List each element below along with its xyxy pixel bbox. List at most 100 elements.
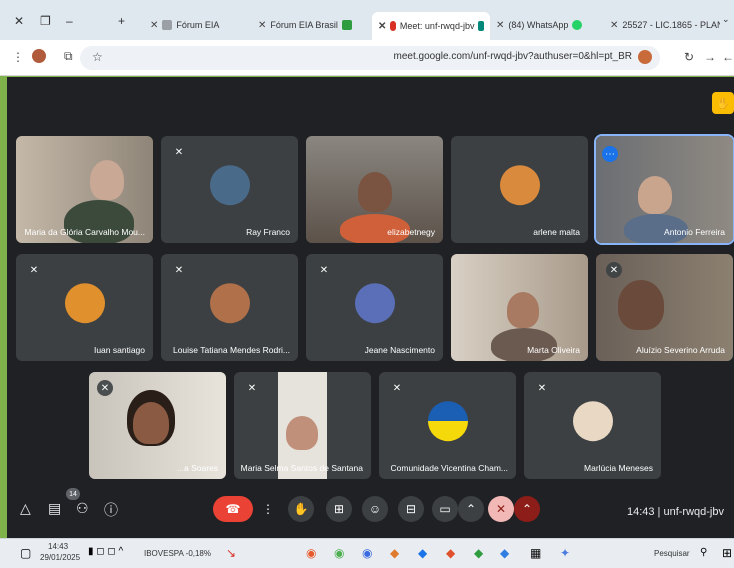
- site-icon: [341, 20, 352, 30]
- globe-icon: [162, 20, 173, 30]
- clock-time: 14:43: [48, 542, 69, 551]
- participant-tile[interactable]: ✕ Aluízio Severino Arruda: [596, 254, 733, 361]
- notification-icon[interactable]: ▢: [20, 546, 31, 560]
- app-icon[interactable]: ◉: [306, 546, 316, 560]
- captions-button[interactable]: ⊟: [398, 496, 424, 522]
- tab-plan[interactable]: ✕ 25527 - LIC.1865 - PLAN: [610, 14, 720, 36]
- close-tab-icon[interactable]: ✕: [150, 20, 158, 31]
- tab-search-icon[interactable]: ⌄: [722, 14, 730, 25]
- participant-name: elizabetnegy: [387, 227, 435, 237]
- search-icon[interactable]: ⚲: [700, 547, 707, 558]
- bookmark-star-icon[interactable]: ☆: [92, 50, 103, 64]
- participant-face: [618, 280, 664, 330]
- mic-muted-icon: ✕: [171, 262, 187, 278]
- more-options-icon[interactable]: ⋮: [258, 496, 278, 522]
- mic-muted-icon: ✕: [244, 380, 260, 396]
- avatar[interactable]: [32, 49, 46, 63]
- menu-icon[interactable]: ⋮: [12, 50, 24, 64]
- avatar: [64, 282, 105, 323]
- mic-options-icon[interactable]: ⌃: [514, 496, 540, 522]
- omnibox[interactable]: ☆ meet.google.com/unf-rwqd-jbv?authuser=…: [80, 46, 660, 70]
- participant-tile[interactable]: ✕ Jeane Nascimento: [306, 254, 443, 361]
- tab-forum-eia-brasil[interactable]: ✕ Fórum EIA Brasil: [258, 14, 363, 36]
- app-icon[interactable]: ◆: [390, 546, 399, 560]
- close-tab-icon[interactable]: ✕: [610, 20, 618, 31]
- participant-tile[interactable]: ✕ Comunidade Vicentina Cham...: [379, 372, 516, 479]
- app-icon[interactable]: ◆: [474, 546, 483, 560]
- reload-icon[interactable]: ↻: [684, 50, 694, 64]
- activities-icon[interactable]: △: [20, 500, 31, 517]
- tab-label: Fórum EIA: [176, 20, 220, 30]
- start-icon[interactable]: ⊞: [722, 546, 732, 560]
- more-options-icon[interactable]: ⋯: [602, 146, 618, 162]
- participant-tile[interactable]: ✕ Iuan santiago: [16, 254, 153, 361]
- extensions-icon[interactable]: ⧉: [64, 49, 73, 64]
- copilot-icon[interactable]: ✦: [560, 546, 570, 560]
- mic-muted-icon: ✕: [316, 262, 332, 278]
- close-tab-icon[interactable]: ✕: [378, 21, 386, 32]
- participant-tile[interactable]: Maria da Glória Carvalho Mou...: [16, 136, 153, 243]
- tab-whatsapp[interactable]: ✕ (84) WhatsApp: [496, 14, 606, 36]
- mic-muted-icon: ✕: [534, 380, 550, 396]
- close-tab-icon[interactable]: ✕: [496, 20, 504, 31]
- mic-toggle-button[interactable]: ✕: [488, 496, 514, 522]
- taskbar-search[interactable]: Pesquisar: [654, 549, 690, 558]
- participant-name: Louise Tatiana Mendes Rodri...: [172, 345, 290, 355]
- avatar: [499, 164, 540, 205]
- browser-tab-bar: ✕ ❐ – + ✕ Fórum EIA ✕ Fórum EIA Brasil ✕…: [0, 0, 734, 40]
- chrome-icon[interactable]: ◉: [334, 546, 344, 560]
- tab-label: Meet: unf-rwqd-jbv: [399, 21, 475, 31]
- app-icon[interactable]: ◆: [418, 546, 427, 560]
- raise-hand-button[interactable]: ✋: [288, 496, 314, 522]
- tab-meet[interactable]: ✕ Meet: unf-rwqd-jbv: [372, 12, 490, 40]
- new-tab-icon[interactable]: +: [118, 14, 125, 28]
- participant-tile[interactable]: arlene malta: [451, 136, 588, 243]
- participant-tile[interactable]: ✕ ...a Soares: [89, 372, 226, 479]
- participant-face: [507, 292, 539, 328]
- meeting-code: 14:43 | unf-rwqd-jbv: [626, 506, 724, 518]
- minimize-window-icon[interactable]: –: [66, 14, 73, 28]
- present-button[interactable]: ⊞: [326, 496, 352, 522]
- camera-options-icon[interactable]: ⌃: [458, 496, 484, 522]
- avatar: [427, 400, 468, 441]
- close-tab-icon[interactable]: ✕: [258, 20, 266, 31]
- task-view-icon[interactable]: ▦: [530, 546, 541, 560]
- participant-name: Marlúcia Meneses: [584, 463, 653, 473]
- close-window-icon[interactable]: ✕: [14, 14, 24, 28]
- chat-icon[interactable]: ▤: [48, 500, 61, 517]
- info-icon[interactable]: ⓘ: [104, 500, 118, 520]
- participant-name: Comunidade Vicentina Cham...: [390, 463, 509, 473]
- raised-hand-icon: ✋: [712, 92, 734, 114]
- mic-muted-icon: ✕: [26, 262, 42, 278]
- participant-name: arlene malta: [533, 227, 580, 237]
- stock-ticker: IBOVESPA -0,18%: [144, 549, 211, 558]
- participant-name: Aluízio Severino Arruda: [636, 345, 725, 355]
- site-info-icon[interactable]: [638, 50, 652, 64]
- edge-icon[interactable]: ◉: [362, 546, 372, 560]
- participant-name: Iuan santiago: [93, 345, 145, 355]
- participant-tile[interactable]: ✕ Ray Franco: [161, 136, 298, 243]
- mic-muted-icon: ✕: [97, 380, 113, 396]
- participant-face: [638, 176, 672, 214]
- back-icon[interactable]: ←: [722, 50, 734, 64]
- participant-tile[interactable]: ✕ Maria Selma Santos de Santana: [234, 372, 371, 479]
- app-icon[interactable]: ◆: [500, 546, 509, 560]
- participant-tile[interactable]: elizabetnegy: [306, 136, 443, 243]
- system-tray-icons[interactable]: ▮ ◻ ◻ ^: [88, 546, 123, 557]
- camera-toggle-button[interactable]: ▭: [432, 496, 458, 522]
- participant-tile[interactable]: ✕ Louise Tatiana Mendes Rodri...: [161, 254, 298, 361]
- participant-tile[interactable]: ⋯ Antonio Ferreira: [594, 134, 734, 245]
- forward-icon[interactable]: →: [704, 50, 716, 64]
- mic-muted-icon: ✕: [606, 262, 622, 278]
- emoji-button[interactable]: ☺: [362, 496, 388, 522]
- participant-count-badge: 14: [66, 488, 80, 500]
- participant-tile[interactable]: ✕ Marlúcia Meneses: [524, 372, 661, 479]
- leave-call-button[interactable]: ☎: [213, 496, 253, 522]
- people-icon[interactable]: ⚇: [76, 500, 89, 517]
- participant-tile[interactable]: Marta Oliveira: [451, 254, 588, 361]
- tab-forum-eia[interactable]: ✕ Fórum EIA: [150, 14, 245, 36]
- participant-name: Marta Oliveira: [527, 345, 580, 355]
- restore-window-icon[interactable]: ❐: [40, 14, 51, 28]
- app-icon[interactable]: ◆: [446, 546, 455, 560]
- avatar: [209, 282, 250, 323]
